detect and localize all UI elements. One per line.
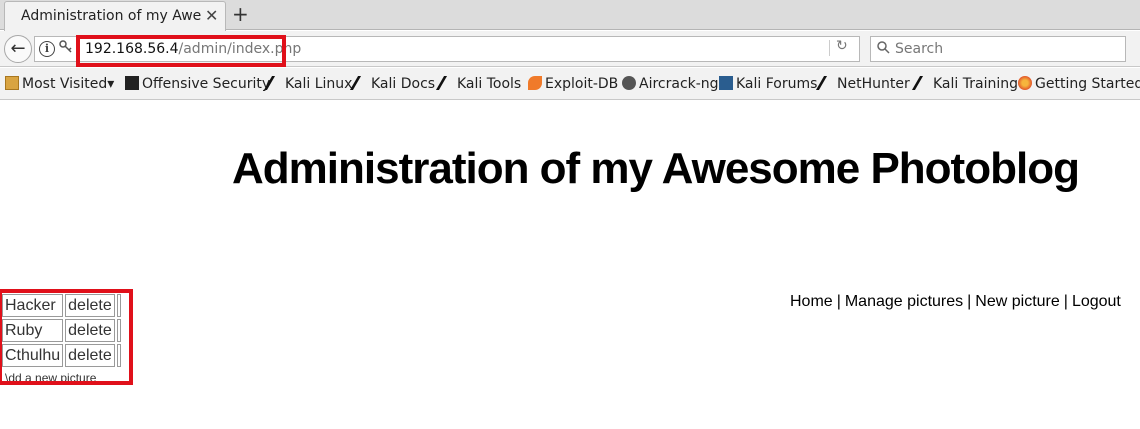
bookmark-label: Kali Docs	[371, 76, 436, 92]
tab-title: Administration of my Awe...	[21, 8, 201, 24]
bookmark-label: Getting Started	[1035, 76, 1140, 92]
bookmark-most-visited[interactable]: Most Visited▾	[5, 76, 114, 92]
kali-dragon-icon	[815, 76, 839, 90]
bookmark-label: Kali Training	[933, 76, 1018, 92]
chevron-down-icon: ▾	[107, 76, 115, 92]
reload-icon[interactable]: ↻	[836, 38, 848, 54]
bookmark-label: Kali Forums	[736, 76, 818, 92]
offsec-icon	[125, 76, 139, 90]
browser-tab[interactable]: Administration of my Awe... ✕	[4, 1, 226, 31]
firefox-icon	[1018, 76, 1032, 90]
url-highlight-box	[76, 35, 286, 67]
folder-icon	[5, 76, 19, 90]
back-button[interactable]: ←	[4, 35, 32, 63]
search-bar[interactable]: Search	[870, 36, 1126, 62]
search-icon	[877, 41, 890, 54]
bookmark-nethunter[interactable]: NetHunter	[815, 76, 910, 92]
kali-dragon-icon	[911, 76, 935, 90]
page-title: Administration of my Awesome Photoblog	[232, 144, 1080, 193]
menu-separator: |	[1063, 293, 1068, 310]
bookmark-kali-linux[interactable]: Kali Linux	[263, 76, 353, 92]
bookmark-kali-forums[interactable]: Kali Forums	[719, 76, 817, 92]
bookmark-kali-docs[interactable]: Kali Docs	[349, 76, 436, 92]
bookmark-getting-started[interactable]: Getting Started	[1018, 76, 1140, 92]
menu-new-picture-link[interactable]: New picture	[975, 293, 1059, 310]
kali-dragon-icon	[349, 76, 373, 90]
bookmark-label: Most Visited	[22, 76, 108, 92]
bookmark-label: Kali Tools	[457, 76, 522, 92]
bookmark-label: Offensive Security	[142, 76, 271, 92]
bookmark-kali-training[interactable]: Kali Training	[911, 76, 1018, 92]
info-icon[interactable]: i	[39, 41, 55, 57]
aircrack-icon	[622, 76, 636, 90]
bookmark-aircrack-ng[interactable]: Aircrack-ng	[622, 76, 719, 92]
menu-manage-pictures-link[interactable]: Manage pictures	[845, 293, 963, 310]
search-placeholder: Search	[895, 41, 944, 57]
bookmark-kali-tools[interactable]: Kali Tools	[435, 76, 522, 92]
exploitdb-icon	[528, 76, 542, 90]
bookmark-label: NetHunter	[837, 76, 910, 92]
bookmarks-bar: Most Visited▾ Offensive Security Kali Li…	[0, 68, 1140, 100]
tab-strip: Administration of my Awe... ✕ +	[0, 0, 1140, 31]
url-separator	[829, 40, 830, 56]
new-tab-button[interactable]: +	[232, 2, 249, 26]
bookmark-offensive-security[interactable]: Offensive Security	[125, 76, 270, 92]
bookmark-label: Exploit-DB	[545, 76, 619, 92]
kali-dragon-icon	[263, 76, 287, 90]
bookmark-label: Kali Linux	[285, 76, 353, 92]
close-tab-icon[interactable]: ✕	[205, 6, 218, 25]
menu-home-link[interactable]: Home	[790, 293, 833, 310]
table-highlight-box	[0, 289, 133, 385]
menu-logout-link[interactable]: Logout	[1072, 293, 1121, 310]
key-icon	[59, 40, 73, 58]
menu-separator: |	[836, 293, 841, 310]
navigation-bar: ← i 192.168.56.4/admin/index.php Search	[0, 31, 1140, 67]
kali-dragon-icon	[435, 76, 459, 90]
admin-menu: Home | Manage pictures | New picture | Logout	[790, 293, 1121, 311]
bookmark-label: Aircrack-ng	[639, 76, 719, 92]
kali-forums-icon	[719, 76, 733, 90]
bookmark-exploit-db[interactable]: Exploit-DB	[528, 76, 618, 92]
menu-separator: |	[967, 293, 972, 310]
